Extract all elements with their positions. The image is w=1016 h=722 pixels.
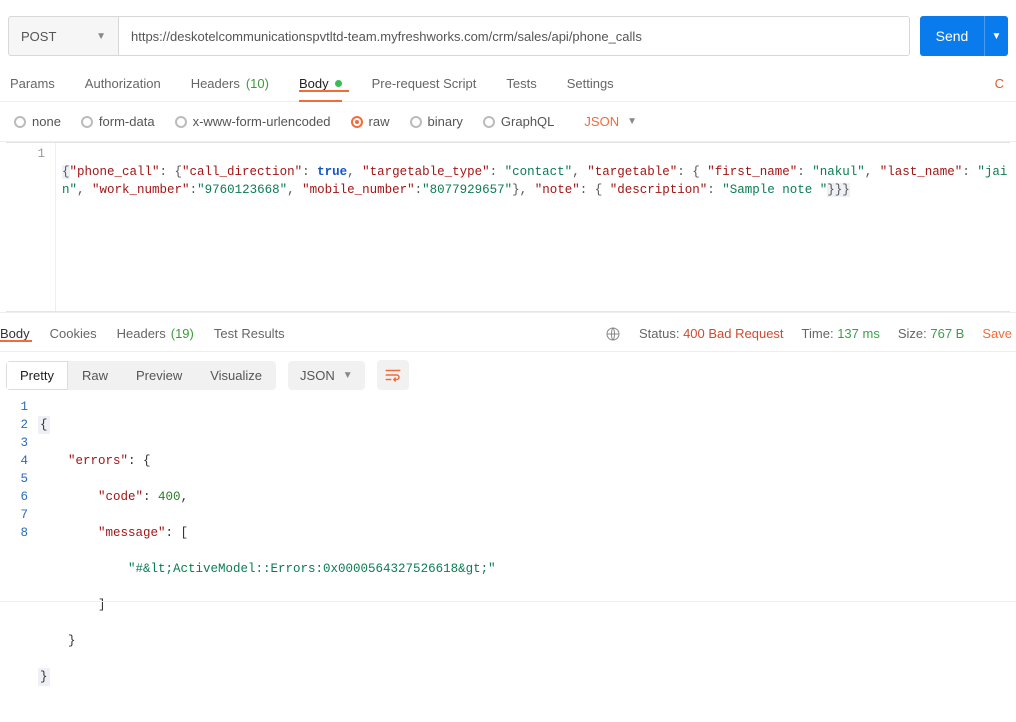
view-pretty-button[interactable]: Pretty xyxy=(6,361,68,390)
tab-body[interactable]: Body xyxy=(299,76,342,91)
response-tab-headers[interactable]: Headers (19) xyxy=(117,316,194,351)
radio-icon xyxy=(14,116,26,128)
save-response-button[interactable]: Save xyxy=(982,326,1012,341)
request-body-editor[interactable]: 1 {"phone_call": {"call_direction": true… xyxy=(6,142,1010,312)
radio-icon xyxy=(410,116,422,128)
time-label: Time: 137 ms xyxy=(802,326,880,341)
response-view-segmented: Pretty Raw Preview Visualize xyxy=(6,361,276,390)
size-label: Size: 767 B xyxy=(898,326,965,341)
status-label: Status: 400 Bad Request xyxy=(639,326,784,341)
response-lines: { "errors": { "code": 400, "message": [ … xyxy=(38,398,1016,722)
caret-down-icon: ▼ xyxy=(96,31,106,42)
tab-authorization[interactable]: Authorization xyxy=(85,66,161,101)
caret-down-icon: ▼ xyxy=(343,370,353,381)
bodytype-raw[interactable]: raw xyxy=(351,114,390,129)
radio-icon xyxy=(81,116,93,128)
radio-checked-icon xyxy=(351,116,363,128)
response-body-viewer[interactable]: 1 2 3 4 5 6 7 8 { "errors": { "code": 40… xyxy=(0,398,1016,722)
tab-prerequest[interactable]: Pre-request Script xyxy=(372,66,477,101)
response-tab-cookies[interactable]: Cookies xyxy=(50,316,97,351)
footer-divider xyxy=(0,601,1016,602)
response-format-select[interactable]: JSON ▼ xyxy=(288,361,365,390)
bodytype-xwww[interactable]: x-www-form-urlencoded xyxy=(175,114,331,129)
http-method-select[interactable]: POST ▼ xyxy=(8,16,118,56)
response-gutter: 1 2 3 4 5 6 7 8 xyxy=(10,398,38,722)
bodytype-none[interactable]: none xyxy=(14,114,61,129)
view-preview-button[interactable]: Preview xyxy=(122,361,196,390)
dot-indicator-icon xyxy=(335,80,342,87)
wrap-lines-button[interactable] xyxy=(377,360,409,390)
bodytype-formdata[interactable]: form-data xyxy=(81,114,155,129)
bodytype-graphql[interactable]: GraphQL xyxy=(483,114,554,129)
tab-headers[interactable]: Headers (10) xyxy=(191,66,269,101)
response-tab-testresults[interactable]: Test Results xyxy=(214,316,285,351)
response-tab-body[interactable]: Body xyxy=(0,326,30,341)
tab-settings[interactable]: Settings xyxy=(567,66,614,101)
tab-params[interactable]: Params xyxy=(10,66,55,101)
radio-icon xyxy=(175,116,187,128)
editor-content[interactable]: {"phone_call": {"call_direction": true, … xyxy=(56,143,1010,311)
send-dropdown-button[interactable]: ▼ xyxy=(984,16,1008,56)
raw-content-type-select[interactable]: JSON ▼ xyxy=(584,114,637,129)
view-visualize-button[interactable]: Visualize xyxy=(196,361,276,390)
request-url-input[interactable] xyxy=(118,16,910,56)
truncated-tab-indicator: C xyxy=(995,76,1006,91)
http-method-value: POST xyxy=(21,29,56,44)
send-button[interactable]: Send xyxy=(920,16,984,56)
globe-icon[interactable] xyxy=(605,326,621,342)
bodytype-binary[interactable]: binary xyxy=(410,114,463,129)
tab-tests[interactable]: Tests xyxy=(506,66,536,101)
editor-gutter: 1 xyxy=(6,143,56,311)
caret-down-icon: ▼ xyxy=(627,116,637,127)
view-raw-button[interactable]: Raw xyxy=(68,361,122,390)
radio-icon xyxy=(483,116,495,128)
